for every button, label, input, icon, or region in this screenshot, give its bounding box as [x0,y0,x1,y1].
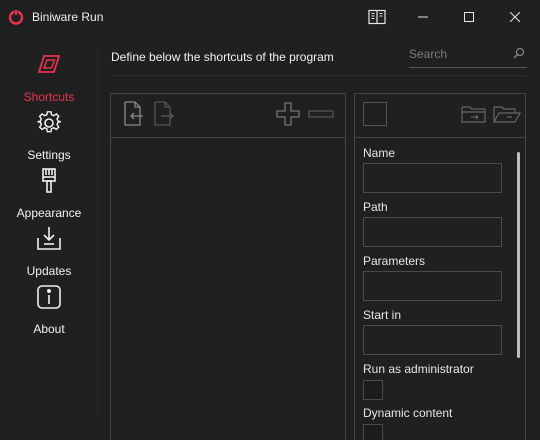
sidebar: Shortcuts Settings Appearance Updates Ab… [0,40,98,440]
app-logo-icon [8,9,24,25]
browse-folder-icon[interactable] [493,104,521,124]
remove-icon[interactable] [308,110,334,118]
start-in-label: Start in [363,308,402,322]
search-input[interactable] [409,44,509,64]
page-description: Define below the shortcuts of the progra… [111,50,334,64]
sidebar-item-updates[interactable]: Updates [0,226,98,284]
minimize-button[interactable] [400,0,446,34]
name-input[interactable] [363,163,502,193]
shortcut-list-toolbar [111,94,345,138]
parameters-input[interactable] [363,271,502,301]
start-in-input[interactable] [363,325,502,355]
maximize-icon [464,12,474,22]
sidebar-item-shortcuts[interactable]: Shortcuts [0,52,98,110]
path-label: Path [363,200,388,214]
color-swatch[interactable] [363,102,387,126]
sidebar-item-label: About [33,322,65,336]
sidebar-item-label: Updates [26,264,72,278]
brush-icon [42,168,56,193]
book-icon [368,9,386,25]
shortcut-editor-panel: Name Path Parameters Start in Run as adm… [354,93,526,440]
run-as-admin-label: Run as administrator [363,362,474,376]
parameters-label: Parameters [363,254,426,268]
dynamic-content-label: Dynamic content [363,406,453,420]
close-icon [510,12,520,22]
name-label: Name [363,146,396,160]
gear-icon [37,111,62,133]
run-as-admin-checkbox[interactable] [363,380,383,400]
editor-scrollbar[interactable] [517,152,520,358]
path-input[interactable] [363,217,502,247]
sidebar-item-label: Appearance [16,206,82,220]
maximize-button[interactable] [446,0,492,34]
minimize-icon [418,16,428,18]
window-title: Biniware Run [32,10,104,24]
shortcut-list[interactable] [111,139,345,439]
sidebar-item-settings[interactable]: Settings [0,110,98,168]
header-divider [111,75,527,76]
manual-button[interactable] [354,0,400,34]
info-icon [37,285,61,309]
search-icon[interactable] [513,47,525,59]
sidebar-divider [97,48,98,418]
shortcut-icon [37,55,61,73]
sidebar-item-label: Settings [27,148,71,162]
browse-file-icon[interactable] [461,104,487,124]
dynamic-content-checkbox[interactable] [363,424,383,440]
sidebar-item-label: Shortcuts [23,90,75,104]
import-icon[interactable] [123,101,145,127]
download-icon [37,227,61,250]
add-icon[interactable] [276,102,300,126]
shortcut-editor-toolbar [355,94,525,138]
sidebar-item-about[interactable]: About [0,284,98,342]
close-button[interactable] [492,0,538,34]
title-bar: Biniware Run [0,0,540,34]
export-icon[interactable] [153,101,175,127]
shortcut-list-panel [110,93,346,440]
search-box[interactable] [409,44,527,68]
sidebar-item-appearance[interactable]: Appearance [0,168,98,226]
